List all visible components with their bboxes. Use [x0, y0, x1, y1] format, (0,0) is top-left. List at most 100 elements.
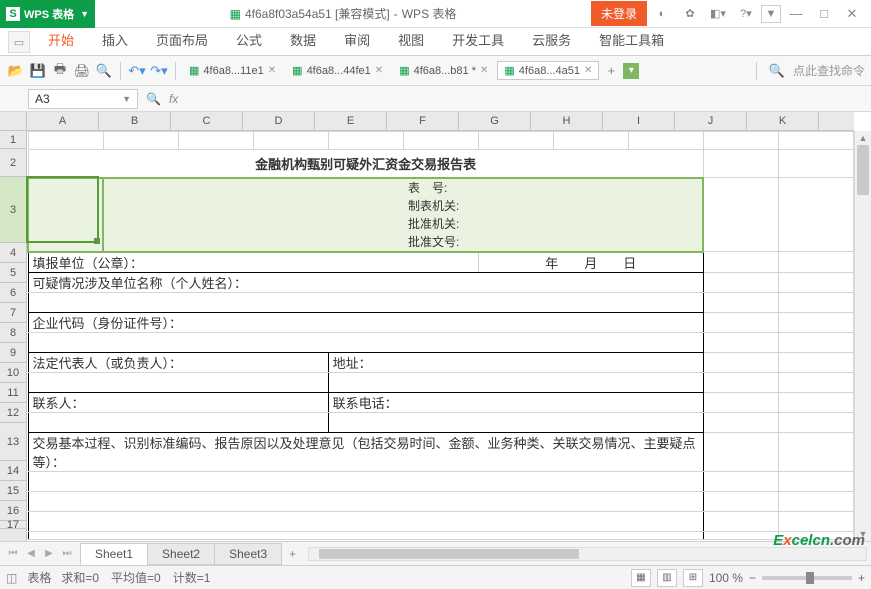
search-input[interactable]: 点此查找命令: [793, 62, 865, 79]
spreadsheet-grid[interactable]: A B C D E F G H I J K 1 2 3 4 5 6 7 8 9 …: [0, 112, 871, 541]
sheet-add-button[interactable]: +: [281, 547, 304, 561]
zoom-value[interactable]: 100 %: [709, 571, 743, 585]
vscroll-thumb[interactable]: [857, 145, 869, 195]
menu-dev[interactable]: 开发工具: [438, 25, 518, 55]
row-14[interactable]: 14: [0, 461, 26, 481]
preview-icon[interactable]: 🔍: [94, 61, 114, 81]
col-I[interactable]: I: [603, 112, 675, 130]
scroll-up-icon[interactable]: ▲: [855, 131, 871, 145]
sheet-tab-1[interactable]: Sheet1: [80, 543, 148, 565]
r10-d[interactable]: [328, 372, 703, 392]
cell-A3[interactable]: [28, 178, 103, 252]
row-15[interactable]: 15: [0, 481, 26, 501]
r10-a[interactable]: [28, 372, 328, 392]
row-13[interactable]: 13: [0, 423, 26, 461]
col-H[interactable]: H: [531, 112, 603, 130]
meta-box[interactable]: 表 号: 制表机关: 批准机关: 批准文号:: [103, 178, 703, 252]
row-5[interactable]: 5: [0, 263, 26, 283]
zoom-knob[interactable]: [806, 572, 814, 584]
sheet-tab-3[interactable]: Sheet3: [214, 543, 282, 565]
doc-tab-3[interactable]: ▦4f6a8...b81 *✕: [392, 61, 495, 80]
r15[interactable]: [28, 491, 703, 511]
row-7[interactable]: 7: [0, 303, 26, 323]
select-all-corner[interactable]: [0, 112, 27, 131]
sheet-last-icon[interactable]: ⏭: [60, 548, 74, 559]
maximize-button[interactable]: □: [811, 2, 837, 26]
fx-search-icon[interactable]: 🔍: [146, 92, 161, 106]
ribbon-toggle-icon[interactable]: ▼: [761, 5, 781, 23]
doc-tab-2[interactable]: ▦4f6a8...44fe1✕: [285, 61, 390, 80]
cells-area[interactable]: 金融机构甄别可疑外汇资金交易报告表 表 号: 制表机关: 批准机关: 批准文号:…: [27, 131, 854, 541]
doc-tab-2-close[interactable]: ✕: [375, 65, 383, 76]
tab-list-icon[interactable]: ▾: [623, 63, 639, 79]
sync-icon[interactable]: ◐: [649, 2, 675, 26]
menu-data[interactable]: 数据: [276, 25, 330, 55]
view-page-button[interactable]: ▥: [657, 569, 677, 587]
row-6[interactable]: 6: [0, 283, 26, 303]
doc-tab-4-close[interactable]: ✕: [584, 65, 592, 76]
r9-a[interactable]: 法定代表人（或负责人）：: [28, 352, 328, 372]
form-title[interactable]: 金融机构甄别可疑外汇资金交易报告表: [28, 150, 703, 178]
col-A[interactable]: A: [27, 112, 99, 130]
sheet-prev-icon[interactable]: ◀: [24, 548, 38, 559]
col-J[interactable]: J: [675, 112, 747, 130]
r5[interactable]: 可疑情况涉及单位名称（个人姓名）：: [28, 272, 703, 292]
menu-insert[interactable]: 插入: [88, 25, 142, 55]
tab-add-icon[interactable]: +: [601, 61, 621, 81]
col-K[interactable]: K: [747, 112, 819, 130]
r9-d[interactable]: 地址：: [328, 352, 703, 372]
row-1[interactable]: 1: [0, 131, 26, 149]
row-17[interactable]: 17: [0, 521, 26, 529]
r11-d[interactable]: 联系电话：: [328, 392, 703, 412]
zoom-out-button[interactable]: −: [749, 571, 756, 585]
print-icon-1[interactable]: 🖶: [50, 61, 70, 81]
settings-icon[interactable]: ✿: [677, 2, 703, 26]
menu-formula[interactable]: 公式: [222, 25, 276, 55]
skin-icon[interactable]: ◧▾: [705, 2, 731, 26]
r16[interactable]: [28, 511, 703, 531]
hscroll-thumb[interactable]: [319, 549, 579, 559]
undo-icon[interactable]: ↶▾: [127, 61, 147, 81]
row-11[interactable]: 11: [0, 383, 26, 403]
open-icon[interactable]: 📂: [6, 61, 26, 81]
zoom-slider[interactable]: [762, 576, 852, 580]
sheet-nav[interactable]: ⏮ ◀ ▶ ⏭: [0, 548, 80, 559]
col-E[interactable]: E: [315, 112, 387, 130]
sheet-next-icon[interactable]: ▶: [42, 548, 56, 559]
menu-view[interactable]: 视图: [384, 25, 438, 55]
r4-date[interactable]: 年 月 日: [478, 252, 703, 273]
row-12[interactable]: 12: [0, 403, 26, 423]
menu-start[interactable]: 开始: [34, 25, 88, 55]
col-G[interactable]: G: [459, 112, 531, 130]
print-icon-2[interactable]: 🖨: [72, 61, 92, 81]
help-icon[interactable]: ?▾: [733, 2, 759, 26]
doc-tab-1[interactable]: ▦4f6a8...11e1✕: [182, 61, 283, 80]
view-normal-button[interactable]: ▦: [631, 569, 651, 587]
r12-d[interactable]: [328, 412, 703, 432]
menu-pagelayout[interactable]: 页面布局: [142, 25, 222, 55]
fx-label[interactable]: fx: [169, 92, 178, 106]
menu-review[interactable]: 审阅: [330, 25, 384, 55]
login-button[interactable]: 未登录: [591, 1, 647, 26]
app-dropdown-icon[interactable]: ▼: [80, 9, 89, 19]
vertical-scrollbar[interactable]: ▲ ▼: [854, 131, 871, 541]
row-3[interactable]: 3: [0, 177, 26, 243]
doc-tab-3-close[interactable]: ✕: [480, 65, 488, 76]
row-10[interactable]: 10: [0, 363, 26, 383]
redo-icon[interactable]: ↷▾: [149, 61, 169, 81]
row-headers[interactable]: 1 2 3 4 5 6 7 8 9 10 11 12 13 14 15 16 1…: [0, 131, 27, 541]
r14[interactable]: [28, 471, 703, 491]
r6[interactable]: [28, 292, 703, 312]
menu-smart[interactable]: 智能工具箱: [585, 25, 678, 55]
row-2[interactable]: 2: [0, 149, 26, 177]
close-button[interactable]: ✕: [839, 2, 865, 26]
column-headers[interactable]: A B C D E F G H I J K: [27, 112, 854, 131]
sheet-tab-2[interactable]: Sheet2: [147, 543, 215, 565]
r7[interactable]: 企业代码（身份证件号）：: [28, 312, 703, 332]
col-D[interactable]: D: [243, 112, 315, 130]
r8[interactable]: [28, 332, 703, 352]
col-C[interactable]: C: [171, 112, 243, 130]
row-4[interactable]: 4: [0, 243, 26, 263]
app-badge[interactable]: S WPS 表格 ▼: [0, 0, 95, 28]
row-8[interactable]: 8: [0, 323, 26, 343]
